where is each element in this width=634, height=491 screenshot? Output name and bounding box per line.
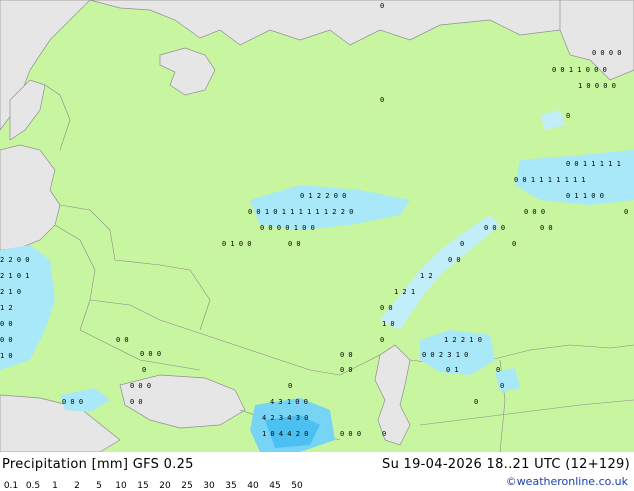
- precip-value-label: 0 1 0 0: [222, 240, 252, 248]
- precip-value-label: 0: [382, 430, 386, 438]
- precip-value-label: 0 0: [340, 351, 353, 359]
- precip-value-label: 0: [380, 2, 384, 10]
- precip-value-label: 0: [288, 382, 292, 390]
- precip-value-label: 0 0: [0, 336, 13, 344]
- precip-value-label: 0 0 1 1 1 1 1: [566, 160, 621, 168]
- precip-value-label: 0 0: [540, 224, 553, 232]
- model-name: GFS 0.25: [132, 457, 194, 472]
- credit-link[interactable]: ©weatheronline.co.uk: [506, 475, 628, 488]
- precip-value-label: 0: [380, 96, 384, 104]
- precip-value-label: 0 0: [116, 336, 129, 344]
- precip-value-label: 1 0 4 4 2 0: [262, 430, 308, 438]
- precip-value-label: 4 3 1 0 0: [270, 398, 308, 406]
- precip-value-label: 1 2 1: [394, 288, 415, 296]
- precip-value-label: 0: [142, 366, 146, 374]
- precip-value-label: 0: [512, 240, 516, 248]
- precip-value-label: 0: [496, 366, 500, 374]
- product-title: Precipitation [mm] GFS 0.25: [2, 457, 194, 472]
- precip-value-label: 0 0 1 1 0 0 0: [552, 66, 607, 74]
- precip-value-label: 2 1 0: [0, 288, 21, 296]
- precip-value-label: 0 0 0: [484, 224, 505, 232]
- precip-value-label: 0: [474, 398, 478, 406]
- precip-value-label: 0 0: [130, 398, 143, 406]
- precip-value-label: 0 0 0 0 1 0 0: [260, 224, 315, 232]
- precip-value-label: 0 0 0: [340, 430, 361, 438]
- valid-time: Su 19-04-2026 18..21 UTC (12+129): [382, 457, 630, 472]
- precip-value-label: 1 2 2 1 0: [444, 336, 482, 344]
- precip-value-label: 0: [566, 112, 570, 120]
- precip-value-label: 2 1 0 1: [0, 272, 30, 280]
- precip-value-label: 0 1 1 0 0: [566, 192, 604, 200]
- precip-value-label: 0 0 0: [62, 398, 83, 406]
- precip-value-label: 0 0 0: [140, 350, 161, 358]
- precip-value-label: 0 0 1 0 1 1 1 1 1 1 2 2 0: [248, 208, 353, 216]
- precip-value-label: 1 2: [420, 272, 433, 280]
- precip-value-label: 0 0 0: [130, 382, 151, 390]
- precipitation-map: 00 0 0 00 0 1 1 0 0 01 0 0 0 0000 0 1 1 …: [0, 0, 634, 483]
- precip-value-label: 0 1: [446, 366, 459, 374]
- precip-value-label: 0 0: [448, 256, 461, 264]
- precip-value-label: 0: [500, 382, 504, 390]
- precip-value-label: 2 2 0 0: [0, 256, 30, 264]
- precip-value-label: 0 0 1 1 1 1 1 1 1: [514, 176, 586, 184]
- precip-value-label: 4 2 3 4 3 0: [262, 414, 308, 422]
- precip-value-label: 0 0 0: [524, 208, 545, 216]
- precip-value-label: 1 0: [382, 320, 395, 328]
- precip-value-label: 0 1 2 2 0 0: [300, 192, 346, 200]
- precip-value-label: 0 0: [380, 304, 393, 312]
- precip-value-label: 0 0: [340, 366, 353, 374]
- precip-value-label: 0: [624, 208, 628, 216]
- precip-value-label: 0: [380, 336, 384, 344]
- precip-value-label: 0: [460, 240, 464, 248]
- precip-value-label: 0 0 2 3 1 0: [422, 351, 468, 359]
- precip-value-label: 0 0: [288, 240, 301, 248]
- precip-value-label: 1 0: [0, 352, 13, 360]
- precip-value-label: 0 0 0 0: [592, 49, 622, 57]
- product-title-prefix: Precipitation [mm]: [2, 457, 129, 472]
- precip-value-label: 1 0 0 0 0: [578, 82, 616, 90]
- precip-value-label: 1 2: [0, 304, 13, 312]
- precip-value-label: 0 0: [0, 320, 13, 328]
